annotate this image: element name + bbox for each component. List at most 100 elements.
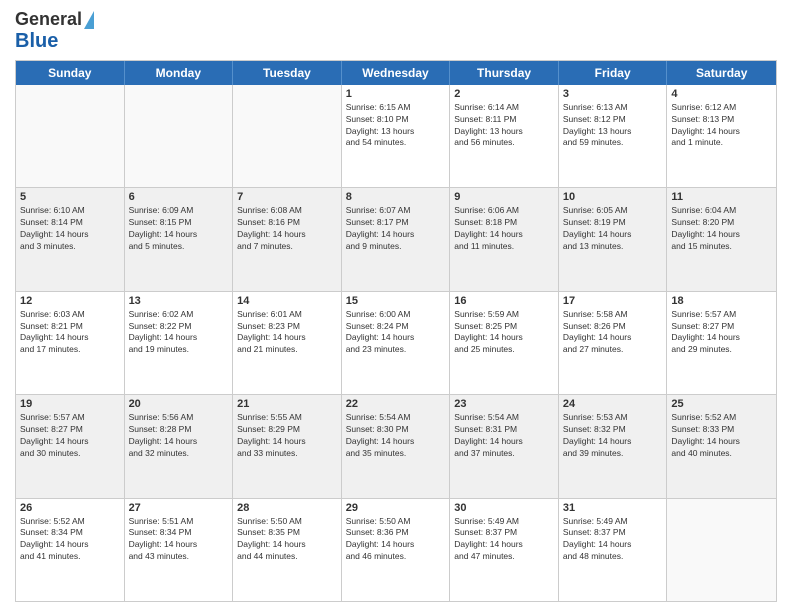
calendar-cell: 15 Sunrise: 6:00 AM Sunset: 8:24 PM Dayli… bbox=[342, 292, 451, 394]
calendar-cell: 31 Sunrise: 5:49 AM Sunset: 8:37 PM Dayli… bbox=[559, 499, 668, 601]
cell-sun-info: Sunrise: 6:14 AM Sunset: 8:11 PM Dayligh… bbox=[454, 102, 554, 150]
calendar-row-4: 19 Sunrise: 5:57 AM Sunset: 8:27 PM Dayli… bbox=[16, 394, 776, 497]
cell-sun-info: Sunrise: 5:57 AM Sunset: 8:27 PM Dayligh… bbox=[671, 309, 772, 357]
calendar-cell: 22Sunrise: 5:54 AM Sunset: 8:30 PM Dayli… bbox=[342, 395, 451, 497]
cell-sun-info: Sunrise: 5:52 AM Sunset: 8:33 PM Dayligh… bbox=[671, 412, 772, 460]
day-header-sunday: Sunday bbox=[16, 61, 125, 85]
cell-sun-info: Sunrise: 5:59 AM Sunset: 8:25 PM Dayligh… bbox=[454, 309, 554, 357]
day-number: 7 bbox=[237, 191, 337, 203]
day-number: 14 bbox=[237, 295, 337, 307]
calendar-cell: 21 Sunrise: 5:55 AM Sunset: 8:29 PM Dayli… bbox=[233, 395, 342, 497]
logo-text-blue: Blue bbox=[15, 30, 58, 52]
cell-sun-info: Sunrise: 6:07 AM Sunset: 8:17 PM Dayligh… bbox=[346, 205, 446, 253]
day-number: 2 bbox=[454, 88, 554, 100]
calendar-cell: 16 Sunrise: 5:59 AM Sunset: 8:25 PM Dayli… bbox=[450, 292, 559, 394]
day-number: 4 bbox=[671, 88, 772, 100]
day-header-wednesday: Wednesday bbox=[342, 61, 451, 85]
day-number: 25 bbox=[671, 398, 772, 410]
day-number: 26 bbox=[20, 502, 120, 514]
cell-sun-info: Sunrise: 6:08 AM Sunset: 8:16 PM Dayligh… bbox=[237, 205, 337, 253]
cell-sun-info: Sunrise: 5:50 AM Sunset: 8:36 PM Dayligh… bbox=[346, 516, 446, 564]
day-header-tuesday: Tuesday bbox=[233, 61, 342, 85]
calendar-cell: 20Sunrise: 5:56 AM Sunset: 8:28 PM Dayli… bbox=[125, 395, 234, 497]
day-number: 19 bbox=[20, 398, 120, 410]
day-number: 23 bbox=[454, 398, 554, 410]
day-number: 11 bbox=[671, 191, 772, 203]
cell-sun-info: Sunrise: 6:06 AM Sunset: 8:18 PM Dayligh… bbox=[454, 205, 554, 253]
calendar-cell: 25 Sunrise: 5:52 AM Sunset: 8:33 PM Dayli… bbox=[667, 395, 776, 497]
cell-sun-info: Sunrise: 6:10 AM Sunset: 8:14 PM Dayligh… bbox=[20, 205, 120, 253]
day-header-monday: Monday bbox=[125, 61, 234, 85]
cell-sun-info: Sunrise: 5:54 AM Sunset: 8:30 PM Dayligh… bbox=[346, 412, 446, 460]
day-number: 3 bbox=[563, 88, 663, 100]
calendar: SundayMondayTuesdayWednesdayThursdayFrid… bbox=[15, 60, 777, 602]
calendar-cell: 18 Sunrise: 5:57 AM Sunset: 8:27 PM Dayli… bbox=[667, 292, 776, 394]
cell-sun-info: Sunrise: 6:13 AM Sunset: 8:12 PM Dayligh… bbox=[563, 102, 663, 150]
cell-sun-info: Sunrise: 5:58 AM Sunset: 8:26 PM Dayligh… bbox=[563, 309, 663, 357]
cell-sun-info: Sunrise: 6:00 AM Sunset: 8:24 PM Dayligh… bbox=[346, 309, 446, 357]
day-header-friday: Friday bbox=[559, 61, 668, 85]
calendar-cell: 9 Sunrise: 6:06 AM Sunset: 8:18 PM Daylig… bbox=[450, 188, 559, 290]
cell-sun-info: Sunrise: 6:15 AM Sunset: 8:10 PM Dayligh… bbox=[346, 102, 446, 150]
cell-sun-info: Sunrise: 5:52 AM Sunset: 8:34 PM Dayligh… bbox=[20, 516, 120, 564]
calendar-cell: 1Sunrise: 6:15 AM Sunset: 8:10 PM Daylig… bbox=[342, 85, 451, 187]
cell-sun-info: Sunrise: 5:57 AM Sunset: 8:27 PM Dayligh… bbox=[20, 412, 120, 460]
day-number: 13 bbox=[129, 295, 229, 307]
cell-sun-info: Sunrise: 6:09 AM Sunset: 8:15 PM Dayligh… bbox=[129, 205, 229, 253]
calendar-cell: 5 Sunrise: 6:10 AM Sunset: 8:14 PM Daylig… bbox=[16, 188, 125, 290]
calendar-cell: 7 Sunrise: 6:08 AM Sunset: 8:16 PM Daylig… bbox=[233, 188, 342, 290]
day-number: 20 bbox=[129, 398, 229, 410]
calendar-cell: 26 Sunrise: 5:52 AM Sunset: 8:34 PM Dayli… bbox=[16, 499, 125, 601]
day-number: 10 bbox=[563, 191, 663, 203]
logo-text-general: General bbox=[15, 10, 82, 30]
day-number: 15 bbox=[346, 295, 446, 307]
calendar-cell: 3 Sunrise: 6:13 AM Sunset: 8:12 PM Daylig… bbox=[559, 85, 668, 187]
day-number: 17 bbox=[563, 295, 663, 307]
calendar-cell: 12Sunrise: 6:03 AM Sunset: 8:21 PM Dayli… bbox=[16, 292, 125, 394]
cell-sun-info: Sunrise: 6:02 AM Sunset: 8:22 PM Dayligh… bbox=[129, 309, 229, 357]
day-number: 8 bbox=[346, 191, 446, 203]
day-number: 21 bbox=[237, 398, 337, 410]
cell-sun-info: Sunrise: 5:55 AM Sunset: 8:29 PM Dayligh… bbox=[237, 412, 337, 460]
day-number: 29 bbox=[346, 502, 446, 514]
calendar-cell: 27 Sunrise: 5:51 AM Sunset: 8:34 PM Dayli… bbox=[125, 499, 234, 601]
calendar-cell bbox=[233, 85, 342, 187]
calendar-cell bbox=[667, 499, 776, 601]
day-number: 9 bbox=[454, 191, 554, 203]
header: General Blue bbox=[15, 10, 777, 52]
cell-sun-info: Sunrise: 6:12 AM Sunset: 8:13 PM Dayligh… bbox=[671, 102, 772, 150]
day-number: 31 bbox=[563, 502, 663, 514]
day-number: 16 bbox=[454, 295, 554, 307]
logo: General Blue bbox=[15, 10, 94, 52]
calendar-cell: 2 Sunrise: 6:14 AM Sunset: 8:11 PM Daylig… bbox=[450, 85, 559, 187]
calendar-cell: 13 Sunrise: 6:02 AM Sunset: 8:22 PM Dayli… bbox=[125, 292, 234, 394]
calendar-header: SundayMondayTuesdayWednesdayThursdayFrid… bbox=[16, 61, 776, 85]
cell-sun-info: Sunrise: 5:49 AM Sunset: 8:37 PM Dayligh… bbox=[563, 516, 663, 564]
calendar-cell: 10 Sunrise: 6:05 AM Sunset: 8:19 PM Dayli… bbox=[559, 188, 668, 290]
cell-sun-info: Sunrise: 5:49 AM Sunset: 8:37 PM Dayligh… bbox=[454, 516, 554, 564]
cell-sun-info: Sunrise: 6:05 AM Sunset: 8:19 PM Dayligh… bbox=[563, 205, 663, 253]
cell-sun-info: Sunrise: 6:04 AM Sunset: 8:20 PM Dayligh… bbox=[671, 205, 772, 253]
day-header-saturday: Saturday bbox=[667, 61, 776, 85]
calendar-cell: 28Sunrise: 5:50 AM Sunset: 8:35 PM Dayli… bbox=[233, 499, 342, 601]
page: General Blue SundayMondayTuesdayWednesda… bbox=[0, 0, 792, 612]
day-number: 30 bbox=[454, 502, 554, 514]
calendar-cell: 14Sunrise: 6:01 AM Sunset: 8:23 PM Dayli… bbox=[233, 292, 342, 394]
day-number: 18 bbox=[671, 295, 772, 307]
calendar-row-5: 26 Sunrise: 5:52 AM Sunset: 8:34 PM Dayli… bbox=[16, 498, 776, 601]
cell-sun-info: Sunrise: 5:51 AM Sunset: 8:34 PM Dayligh… bbox=[129, 516, 229, 564]
day-number: 12 bbox=[20, 295, 120, 307]
cell-sun-info: Sunrise: 5:50 AM Sunset: 8:35 PM Dayligh… bbox=[237, 516, 337, 564]
calendar-cell: 24Sunrise: 5:53 AM Sunset: 8:32 PM Dayli… bbox=[559, 395, 668, 497]
calendar-cell: 17 Sunrise: 5:58 AM Sunset: 8:26 PM Dayli… bbox=[559, 292, 668, 394]
day-number: 27 bbox=[129, 502, 229, 514]
day-header-thursday: Thursday bbox=[450, 61, 559, 85]
day-number: 5 bbox=[20, 191, 120, 203]
calendar-row-2: 5 Sunrise: 6:10 AM Sunset: 8:14 PM Daylig… bbox=[16, 187, 776, 290]
calendar-cell: 8 Sunrise: 6:07 AM Sunset: 8:17 PM Daylig… bbox=[342, 188, 451, 290]
logo-triangle-icon bbox=[84, 11, 94, 29]
calendar-row-3: 12Sunrise: 6:03 AM Sunset: 8:21 PM Dayli… bbox=[16, 291, 776, 394]
day-number: 6 bbox=[129, 191, 229, 203]
calendar-cell: 29 Sunrise: 5:50 AM Sunset: 8:36 PM Dayli… bbox=[342, 499, 451, 601]
calendar-cell: 19 Sunrise: 5:57 AM Sunset: 8:27 PM Dayli… bbox=[16, 395, 125, 497]
